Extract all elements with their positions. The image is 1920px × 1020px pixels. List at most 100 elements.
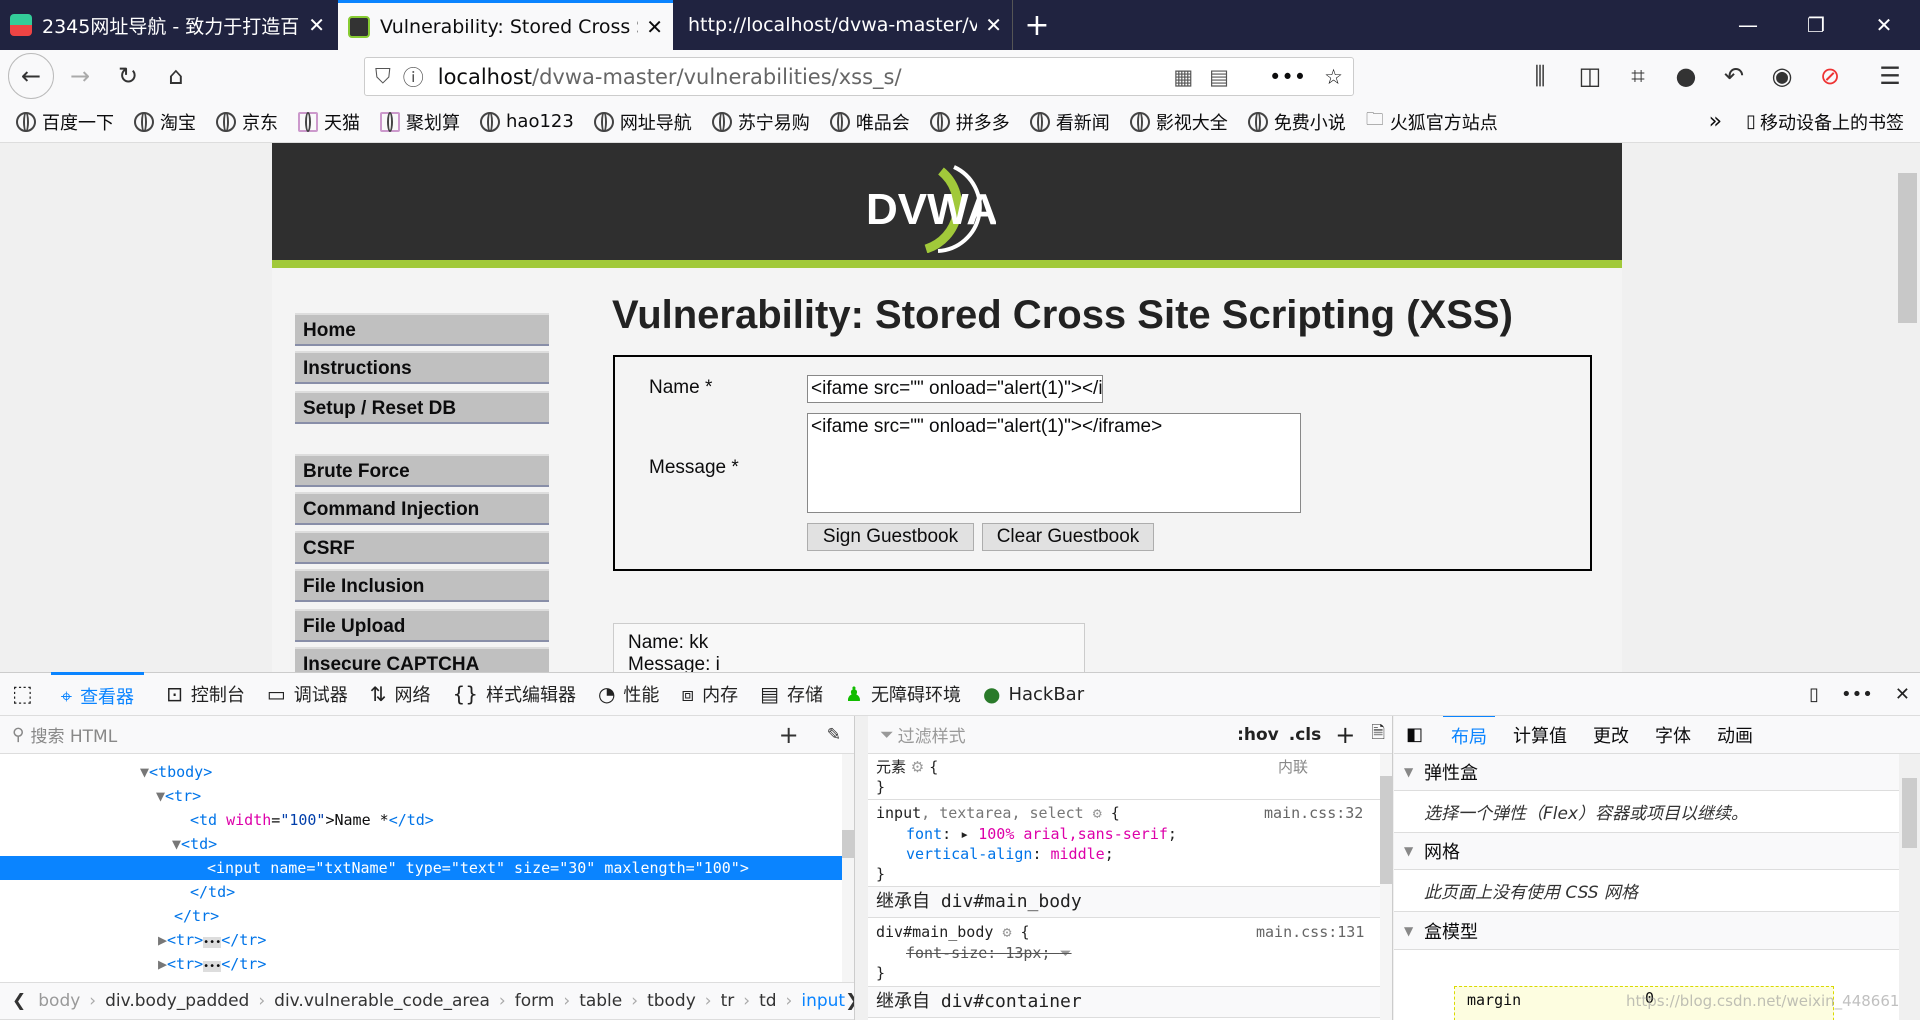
print-media-icon[interactable]: 🗎 (1371, 720, 1385, 749)
responsive-design-icon[interactable]: ▯ (1809, 684, 1819, 705)
bookmark[interactable]: 影视大全 (1129, 109, 1228, 135)
toggle-pane-icon[interactable]: ◧ (1406, 724, 1423, 745)
new-tab-button[interactable]: + (1015, 0, 1059, 50)
screenshot-icon[interactable]: ⌗ (1620, 58, 1656, 94)
tab-animations[interactable]: 动画 (1717, 722, 1753, 748)
page-scrollbar[interactable] (1895, 143, 1920, 672)
menu-command-injection[interactable]: Command Injection (295, 492, 549, 525)
overridden-declaration[interactable]: font-size: 13px; ⏷ (906, 942, 1072, 964)
bookmark[interactable]: 京东 (216, 109, 278, 135)
declaration-font[interactable]: font: ▸ 100% arial,sans-serif; (906, 823, 1177, 845)
node-tr-collapsed[interactable]: ▶<tr>•••</tr> (158, 952, 266, 976)
menu-home[interactable]: Home (295, 313, 549, 346)
bookmark[interactable]: 唯品会 (829, 109, 910, 135)
tab-memory[interactable]: ⧈ 内存 (681, 681, 738, 707)
menu-csrf[interactable]: CSRF (295, 531, 549, 564)
bookmark[interactable]: 百度一下 (16, 109, 114, 135)
tab-computed[interactable]: 计算值 (1513, 722, 1567, 748)
tab-dvwa[interactable]: Vulnerability: Stored Cross Site Scripti… (338, 0, 673, 50)
bookmark[interactable]: 免费小说 (1247, 109, 1346, 135)
node-td-name[interactable]: <td width="100">Name *</td> (190, 808, 434, 832)
menu-file-upload[interactable]: File Upload (295, 609, 549, 642)
declaration-vertical-align[interactable]: vertical-align: middle; (906, 843, 1114, 865)
bookmark[interactable]: 聚划算 (380, 109, 460, 135)
url-bar[interactable]: ⛉ ⓘ localhost/dvwa-master/vulnerabilitie… (364, 57, 1354, 96)
close-window-button[interactable]: ✕ (1850, 0, 1918, 50)
devtools-close-icon[interactable]: ✕ (1895, 684, 1910, 705)
library-icon[interactable]: ⫼ (1522, 58, 1558, 94)
tab-fonts[interactable]: 字体 (1655, 722, 1691, 748)
node-td[interactable]: ▼<td> (172, 832, 217, 856)
devtools-more-icon[interactable]: ••• (1841, 684, 1873, 705)
reload-icon[interactable]: ↻ (110, 58, 146, 94)
add-node-icon[interactable]: + (779, 721, 799, 749)
element-picker-icon[interactable]: ⬚ (12, 682, 33, 707)
bookmark-star-icon[interactable]: ☆ (1324, 65, 1343, 89)
node-tr-collapsed[interactable]: ▶<tr>•••</tr> (158, 928, 266, 952)
bookmark[interactable]: 看新闻 (1029, 109, 1110, 135)
box-model-section[interactable]: ▼ 盒模型 (1394, 912, 1899, 950)
node-tr[interactable]: ▼<tr> (156, 784, 201, 808)
menu-instructions[interactable]: Instructions (295, 351, 549, 384)
tab-changes[interactable]: 更改 (1593, 722, 1629, 748)
tab-localhost[interactable]: http://localhost/dvwa-master/vulnerabili… (678, 0, 1013, 50)
scrollbar-thumb[interactable] (1898, 173, 1917, 323)
menu-icon[interactable]: ☰ (1872, 58, 1908, 94)
more-icon[interactable]: ••• (1269, 65, 1306, 89)
restore-button[interactable]: ❐ (1782, 0, 1850, 50)
bookmark[interactable]: 淘宝 (134, 109, 196, 135)
add-rule-icon[interactable]: + (1335, 721, 1355, 749)
bookmark[interactable]: hao123 (480, 111, 574, 132)
menu-file-inclusion[interactable]: File Inclusion (295, 569, 549, 602)
bookmark[interactable]: 苏宁易购 (711, 109, 810, 135)
tab-performance[interactable]: ◔ 性能 (598, 681, 659, 707)
close-tab-icon[interactable]: ✕ (985, 13, 1002, 37)
bookmark[interactable]: 天猫 (298, 109, 360, 135)
info-icon[interactable]: ⓘ (403, 62, 424, 92)
minimize-button[interactable]: — (1714, 0, 1782, 50)
qr-code-icon[interactable]: ▦ (1173, 65, 1193, 89)
layout-scrollbar[interactable] (1899, 754, 1920, 1020)
menu-setup[interactable]: Setup / Reset DB (295, 391, 549, 424)
chat-icon[interactable]: ● (1668, 58, 1704, 94)
home-icon[interactable]: ⌂ (158, 58, 194, 94)
eyedropper-icon[interactable]: ✎ (827, 725, 841, 745)
close-tab-icon[interactable]: ✕ (308, 13, 325, 37)
name-input[interactable]: <ifame src="" onload="alert(1)"></iframe… (807, 375, 1103, 403)
rules-scrollbar[interactable] (1380, 754, 1392, 1020)
blocker-icon[interactable]: ⊘ (1812, 58, 1848, 94)
clear-guestbook-button[interactable]: Clear Guestbook (982, 523, 1154, 551)
grid-section[interactable]: ▼ 网格 (1394, 833, 1899, 870)
markup-scrollbar[interactable] (842, 754, 854, 982)
tab-console[interactable]: ⊡ 控制台 (166, 681, 245, 707)
tab-storage[interactable]: ▤ 存储 (760, 681, 823, 707)
bookmark[interactable]: 🗀 火狐官方站点 (1366, 107, 1498, 137)
mobile-bookmarks[interactable]: ▯ 移动设备上的书签 (1746, 109, 1904, 135)
sidebar-icon[interactable]: ◫ (1572, 58, 1608, 94)
filter-styles[interactable]: ⏷ 过滤样式 :hov .cls + 🗎 (868, 716, 1392, 754)
tab-layout[interactable]: 布局 (1443, 716, 1496, 755)
flexbox-section[interactable]: ▼ 弹性盒 (1394, 754, 1899, 791)
breadcrumb-right-icon[interactable]: ❯ (845, 991, 854, 1011)
shield-icon[interactable]: ⛉ (375, 64, 391, 89)
tab-accessibility[interactable]: ♟ 无障碍环境 (845, 681, 961, 707)
node-tbody[interactable]: ▼<tbody> (140, 760, 212, 784)
tab-inspector[interactable]: ⌖ 查看器 (50, 672, 145, 716)
message-textarea[interactable]: <ifame src="" onload="alert(1)"></iframe… (807, 413, 1301, 513)
bookmark[interactable]: 拼多多 (929, 109, 1010, 135)
tab-debugger[interactable]: ▭ 调试器 (267, 681, 348, 707)
node-input-selected[interactable]: <input name="txtName" type="text" size="… (0, 856, 842, 880)
html-search[interactable]: ⚲ 搜索 HTML + ✎ (0, 716, 854, 754)
reader-view-icon[interactable]: ▤ (1209, 65, 1229, 89)
tab-style-editor[interactable]: {} 样式编辑器 (453, 681, 576, 707)
tab-network[interactable]: ⇅ 网络 (370, 681, 431, 707)
sign-guestbook-button[interactable]: Sign Guestbook (807, 523, 974, 551)
menu-insecure-captcha[interactable]: Insecure CAPTCHA (295, 647, 549, 672)
account-icon[interactable]: ◉ (1764, 58, 1800, 94)
back-arrow-icon[interactable]: ← (8, 53, 54, 99)
bookmark[interactable]: 网址导航 (593, 109, 692, 135)
close-tab-icon[interactable]: ✕ (646, 15, 663, 39)
breadcrumb-left-icon[interactable]: ❮ (12, 991, 26, 1011)
more-bookmarks-icon[interactable]: » (1709, 109, 1722, 134)
menu-brute-force[interactable]: Brute Force (295, 454, 549, 487)
